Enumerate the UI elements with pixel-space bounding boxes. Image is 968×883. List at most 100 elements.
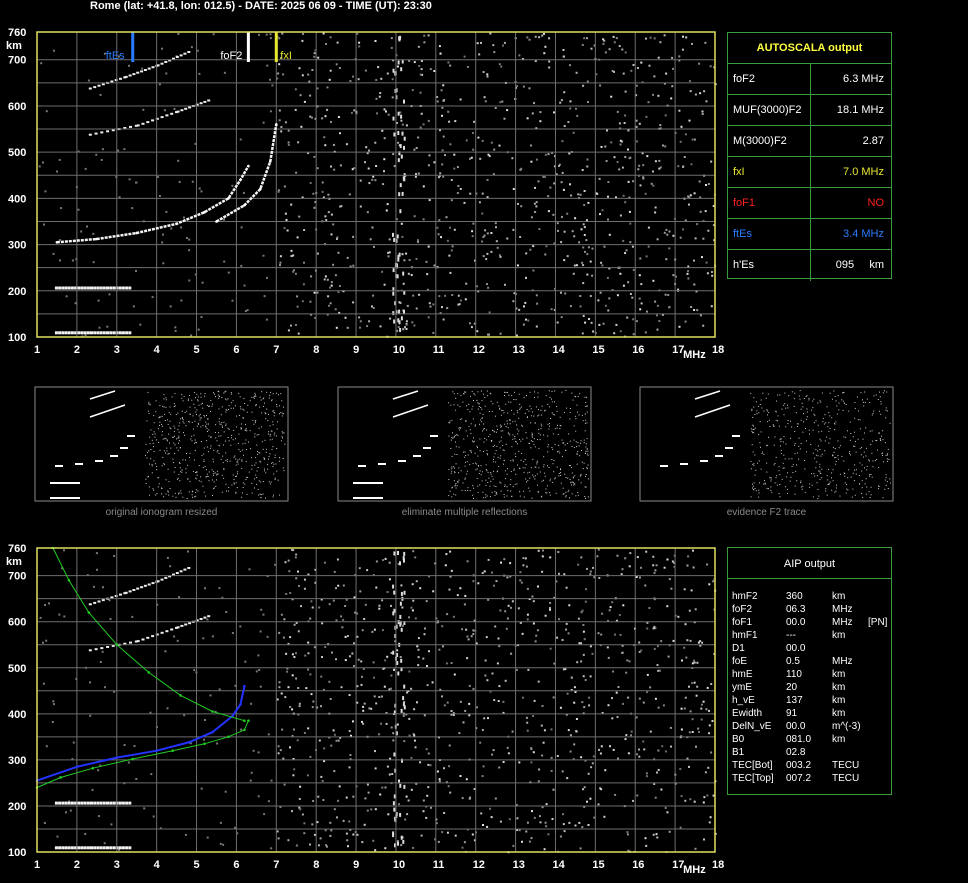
- thumb-noise: [488, 411, 490, 412]
- noise-dot: [607, 195, 609, 198]
- multi-trace-dot: [175, 56, 179, 58]
- noise-dot: [706, 272, 709, 275]
- es-trace-dot: [128, 286, 132, 290]
- thumb-noise: [502, 430, 504, 432]
- noise-dot: [702, 324, 705, 327]
- thumb-noise: [263, 459, 265, 461]
- thumb-noise: [277, 421, 279, 423]
- thumb-noise: [276, 404, 278, 405]
- noise-dot: [353, 596, 356, 599]
- noise-dot: [678, 325, 681, 328]
- noise-dot: [368, 707, 371, 710]
- thumb-noise: [799, 390, 801, 392]
- noise-dot: [471, 833, 474, 836]
- noise-dot: [495, 226, 497, 229]
- thumb-noise: [511, 409, 512, 411]
- thumb-noise: [220, 414, 222, 416]
- thumb-noise: [831, 417, 833, 419]
- noise-dot: [309, 617, 312, 620]
- noise-dot: [427, 164, 430, 167]
- thumb-noise: [484, 428, 485, 430]
- thumb-noise: [189, 406, 191, 408]
- thumb-noise: [526, 409, 528, 410]
- thumb-noise: [826, 436, 828, 438]
- noise-dot: [610, 95, 613, 98]
- thumb-noise: [859, 483, 861, 485]
- thumb-noise: [254, 420, 256, 422]
- noise-streak: [399, 209, 402, 214]
- row-separator: [810, 95, 811, 126]
- thumb-noise: [534, 396, 535, 398]
- thumb-noise: [806, 418, 808, 420]
- noise-dot: [294, 556, 297, 559]
- thumb-noise: [153, 431, 155, 433]
- thumb-noise: [212, 479, 213, 481]
- noise-dot: [545, 825, 548, 828]
- thumb-noise: [235, 464, 237, 466]
- thumb-noise: [152, 488, 154, 490]
- thumb-noise: [565, 491, 567, 493]
- thumb-noise: [499, 457, 501, 459]
- noise-dot: [200, 787, 203, 790]
- thumb-noise: [158, 417, 160, 419]
- noise-dot: [683, 646, 686, 649]
- noise-dot: [632, 318, 635, 321]
- noise-dot: [362, 709, 365, 712]
- thumb-noise: [885, 474, 887, 476]
- thumb-noise: [573, 483, 575, 485]
- noise-dot: [335, 739, 338, 742]
- thumb-noise: [480, 465, 482, 467]
- noise-dot: [450, 249, 453, 252]
- thumb-noise: [283, 413, 285, 415]
- aip-unit: MHz: [832, 604, 853, 615]
- noise-dot: [598, 177, 601, 180]
- thumb-noise: [585, 443, 587, 445]
- thumb-noise: [273, 434, 275, 436]
- noise-dot: [173, 107, 176, 110]
- thumb-noise: [272, 393, 274, 395]
- noise-dot: [586, 80, 589, 83]
- thumb-noise: [507, 489, 509, 491]
- noise-dot: [295, 171, 298, 174]
- noise-dot: [52, 703, 55, 706]
- thumb-noise: [207, 451, 209, 453]
- thumb-noise: [504, 486, 506, 487]
- y-tick-label: 760: [8, 27, 26, 39]
- thumb-noise: [536, 473, 538, 475]
- noise-dot: [583, 234, 586, 236]
- thumb-noise: [193, 428, 194, 430]
- noise-dot: [284, 561, 287, 564]
- noise-dot: [548, 37, 551, 40]
- thumb-noise: [580, 440, 582, 442]
- noise-dot: [418, 293, 421, 296]
- thumb-noise: [256, 477, 258, 479]
- thumb-noise: [852, 488, 854, 490]
- thumb-noise: [269, 434, 271, 435]
- thumb-noise: [753, 432, 755, 434]
- noise-dot: [524, 301, 527, 304]
- noise-dot: [216, 742, 219, 745]
- thumb-noise: [479, 419, 481, 421]
- thumb-noise: [264, 468, 265, 470]
- noise-streak: [393, 590, 396, 595]
- noise-dot: [178, 596, 181, 599]
- noise-dot: [135, 778, 138, 780]
- thumb-noise: [767, 488, 769, 490]
- thumb-noise: [533, 415, 535, 417]
- thumb-noise: [570, 481, 572, 483]
- data-point-green_upper: [211, 710, 214, 713]
- multi-trace-dot: [136, 124, 140, 127]
- noise-dot: [242, 191, 245, 194]
- noise-dot: [106, 325, 109, 328]
- noise-dot: [398, 803, 400, 806]
- thumb-noise: [236, 415, 238, 417]
- noise-dot: [269, 110, 272, 113]
- noise-dot: [537, 180, 540, 183]
- x-tick-label: 18: [712, 344, 724, 356]
- noise-streak: [398, 252, 401, 257]
- noise-dot: [649, 36, 652, 39]
- thumb-noise: [487, 471, 489, 473]
- noise-dot: [682, 165, 685, 168]
- thumb-noise: [218, 396, 220, 398]
- thumb-noise: [163, 406, 165, 408]
